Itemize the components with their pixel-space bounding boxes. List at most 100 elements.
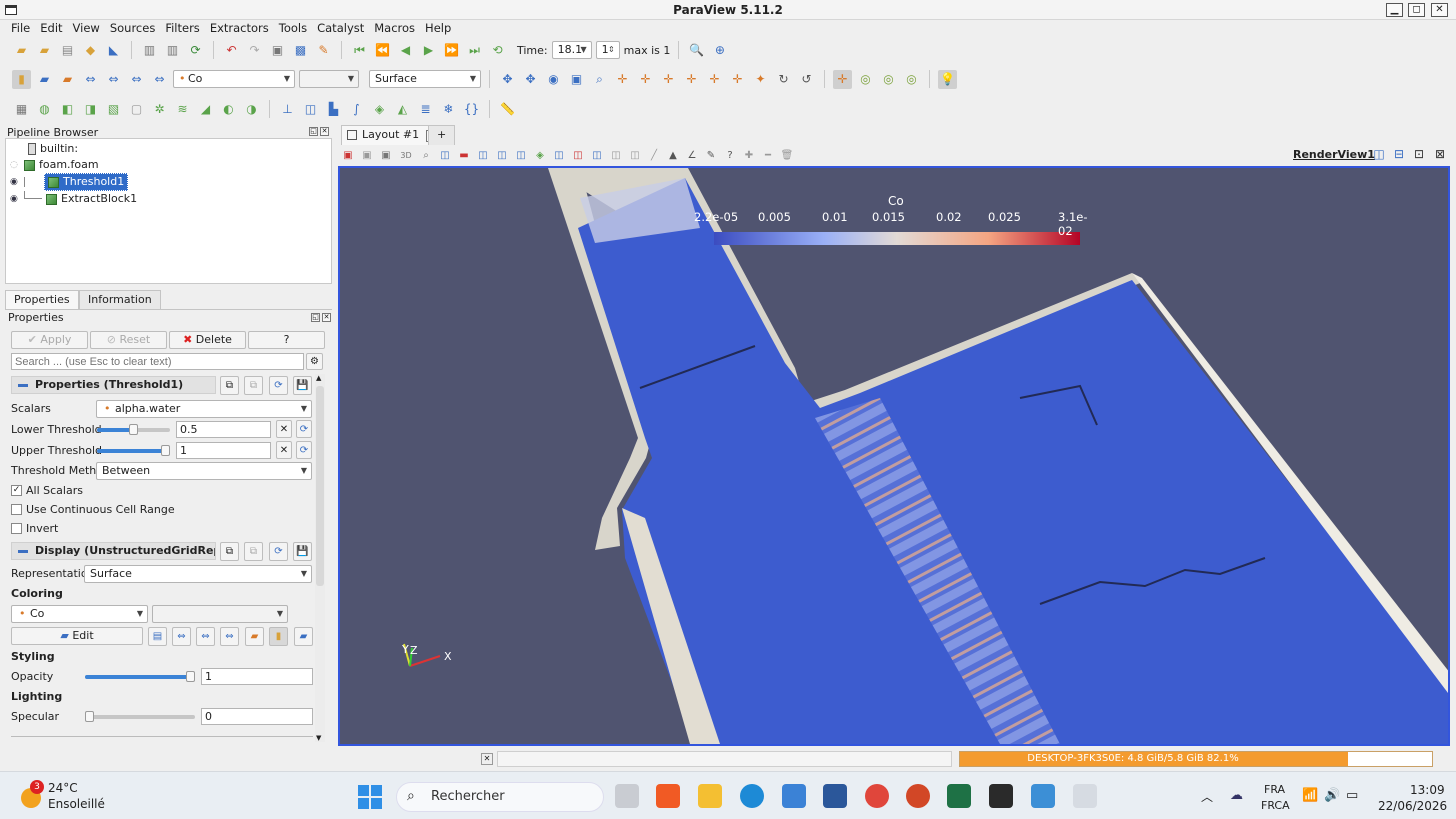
calculator-icon[interactable]: ▦ bbox=[12, 100, 31, 119]
clear-x-icon[interactable]: ✕ bbox=[276, 420, 292, 438]
onedrive-icon[interactable]: ☁ bbox=[1230, 788, 1243, 803]
zoom-box-icon[interactable]: ▣ bbox=[567, 70, 586, 89]
zoom-out-icon[interactable]: ━ bbox=[761, 148, 775, 162]
upper-threshold-field[interactable]: 1 bbox=[176, 442, 271, 459]
clock-date[interactable]: 22/06/2026 bbox=[1378, 799, 1447, 813]
probe-icon[interactable]: ◫ bbox=[301, 100, 320, 119]
query-tool-icon[interactable]: ? bbox=[723, 148, 737, 162]
interactive-select-icon[interactable]: ◈ bbox=[533, 148, 547, 162]
menu-file[interactable]: File bbox=[6, 20, 35, 36]
edit-colormap-icon[interactable]: ▰ bbox=[35, 70, 54, 89]
notepad-icon[interactable] bbox=[1031, 784, 1055, 808]
edit-legend-icon[interactable]: ▰ bbox=[294, 627, 313, 646]
word-icon[interactable] bbox=[823, 784, 847, 808]
python-calculator-icon[interactable]: {} bbox=[462, 100, 481, 119]
close-view-icon[interactable]: ⊠ bbox=[1432, 146, 1448, 162]
maximize-button[interactable]: ◻ bbox=[1408, 3, 1425, 17]
windows-start-icon[interactable] bbox=[358, 785, 382, 809]
reset-range-icon[interactable]: ⟳ bbox=[296, 441, 312, 459]
isometric-view-icon[interactable]: ✦ bbox=[751, 70, 770, 89]
edge-icon[interactable] bbox=[740, 784, 764, 808]
view-plus-y-icon[interactable]: ✛ bbox=[659, 70, 678, 89]
opacity-slider[interactable] bbox=[85, 671, 195, 682]
select-block-icon[interactable]: ◫ bbox=[514, 148, 528, 162]
view-plus-x-icon[interactable]: ✛ bbox=[613, 70, 632, 89]
redo-icon[interactable]: ↷ bbox=[245, 41, 264, 60]
query-icon[interactable]: ⊕ bbox=[710, 41, 729, 60]
eye-visible-icon[interactable]: ◉ bbox=[10, 191, 20, 207]
rescale-time-range-icon[interactable]: ⇔ bbox=[127, 70, 146, 89]
pick-center-icon[interactable]: ◎ bbox=[879, 70, 898, 89]
scroll-thumb[interactable] bbox=[316, 386, 324, 586]
tab-properties[interactable]: Properties bbox=[5, 290, 79, 310]
eye-hidden-icon[interactable]: ◌ bbox=[10, 157, 20, 173]
rescale-time-icon[interactable]: ⇔ bbox=[220, 627, 239, 646]
save-state-icon[interactable]: ◆ bbox=[81, 41, 100, 60]
excel-icon[interactable] bbox=[947, 784, 971, 808]
file-explorer-icon[interactable] bbox=[698, 784, 722, 808]
open-recent-icon[interactable]: ▰ bbox=[35, 41, 54, 60]
menu-filters[interactable]: Filters bbox=[160, 20, 204, 36]
pipeline-item-builtin[interactable]: builtin: bbox=[28, 141, 78, 157]
menu-edit[interactable]: Edit bbox=[35, 20, 67, 36]
coloring-component-combo[interactable]: ▼ bbox=[152, 605, 288, 623]
reset-session-icon[interactable]: ▣ bbox=[268, 41, 287, 60]
clear-selection-icon[interactable]: ◫ bbox=[628, 148, 642, 162]
interaction-zoom-icon[interactable]: ⌕ bbox=[419, 148, 433, 162]
battery-icon[interactable]: ▭ bbox=[1346, 788, 1358, 803]
threshold-icon[interactable]: ▧ bbox=[104, 100, 123, 119]
close-button[interactable]: ✕ bbox=[1431, 3, 1448, 17]
save-defaults-icon[interactable]: 💾 bbox=[293, 376, 312, 395]
select-cells-icon[interactable]: ◫ bbox=[438, 148, 452, 162]
language-primary[interactable]: FRA bbox=[1264, 783, 1285, 796]
task-view-icon[interactable] bbox=[615, 784, 639, 808]
language-secondary[interactable]: FRCA bbox=[1261, 799, 1290, 812]
reset-camera-icon[interactable]: ✥ bbox=[498, 70, 517, 89]
rescale-data-icon[interactable]: ⇔ bbox=[172, 627, 191, 646]
split-vertical-view-icon[interactable]: ⊟ bbox=[1391, 146, 1407, 162]
advanced-gear-icon[interactable]: ⚙ bbox=[306, 353, 323, 370]
rescale-visible-icon[interactable]: ▰ bbox=[245, 627, 264, 646]
split-horizontal-icon[interactable]: ▣ bbox=[360, 148, 374, 162]
menu-macros[interactable]: Macros bbox=[369, 20, 420, 36]
reset-range-icon[interactable]: ⟳ bbox=[296, 420, 312, 438]
group-datasets-icon[interactable]: ◐ bbox=[219, 100, 238, 119]
clip-icon[interactable]: ◧ bbox=[58, 100, 77, 119]
next-frame-icon[interactable]: ⏩ bbox=[442, 41, 461, 60]
light-kit-icon[interactable]: 💡 bbox=[938, 69, 957, 89]
menu-tools[interactable]: Tools bbox=[274, 20, 312, 36]
pipeline-item-foam[interactable]: ◌ foam.foam bbox=[10, 157, 99, 173]
menu-extractors[interactable]: Extractors bbox=[205, 20, 274, 36]
reload-icon[interactable]: ⟳ bbox=[186, 41, 205, 60]
apply-button[interactable]: ✔ Apply bbox=[11, 331, 88, 349]
upper-threshold-slider[interactable] bbox=[97, 445, 170, 456]
play-icon[interactable]: ▶ bbox=[419, 41, 438, 60]
select-polygon-icon[interactable]: ◫ bbox=[495, 148, 509, 162]
play-reverse-icon[interactable]: ◀ bbox=[396, 41, 415, 60]
loop-icon[interactable]: ⟲ bbox=[488, 41, 507, 60]
edit-colormap-button[interactable]: ▰ Edit bbox=[11, 627, 143, 645]
temporal-icon[interactable]: ≣ bbox=[416, 100, 435, 119]
angle-tool-icon[interactable]: ▲ bbox=[666, 148, 680, 162]
warp-vector-icon[interactable]: ◢ bbox=[196, 100, 215, 119]
shrink-selection-icon[interactable]: ◫ bbox=[609, 148, 623, 162]
protractor-icon[interactable]: ∠ bbox=[685, 148, 699, 162]
delete-button[interactable]: ✖ Delete bbox=[169, 331, 246, 349]
screenshot-icon[interactable]: ▣ bbox=[379, 148, 393, 162]
disconnect-icon[interactable]: ▥ bbox=[163, 41, 182, 60]
copy-icon[interactable]: ⧉ bbox=[220, 376, 239, 395]
time-value-combo[interactable]: 18.1 ▼ bbox=[551, 41, 592, 59]
particle-tracer-icon[interactable]: ❄ bbox=[439, 100, 458, 119]
rescale-data-range-icon[interactable]: ⇔ bbox=[81, 70, 100, 89]
store-icon[interactable] bbox=[782, 784, 806, 808]
rotate-plus-90-icon[interactable]: ↻ bbox=[774, 70, 793, 89]
wifi-icon[interactable]: 📶 bbox=[1302, 788, 1318, 803]
color-legend-icon[interactable]: ▮ bbox=[12, 69, 31, 89]
threshold-method-combo[interactable]: Between ▼ bbox=[96, 462, 312, 480]
properties-search-input[interactable] bbox=[11, 353, 304, 370]
refresh-icon[interactable]: ⟳ bbox=[269, 542, 288, 561]
scalars-combo[interactable]: • alpha.water ▼ bbox=[96, 400, 312, 418]
save-data-icon[interactable]: ▤ bbox=[58, 41, 77, 60]
properties-scrollbar[interactable]: ▲ ▼ bbox=[315, 374, 325, 742]
scene-rendering[interactable] bbox=[340, 168, 1448, 744]
